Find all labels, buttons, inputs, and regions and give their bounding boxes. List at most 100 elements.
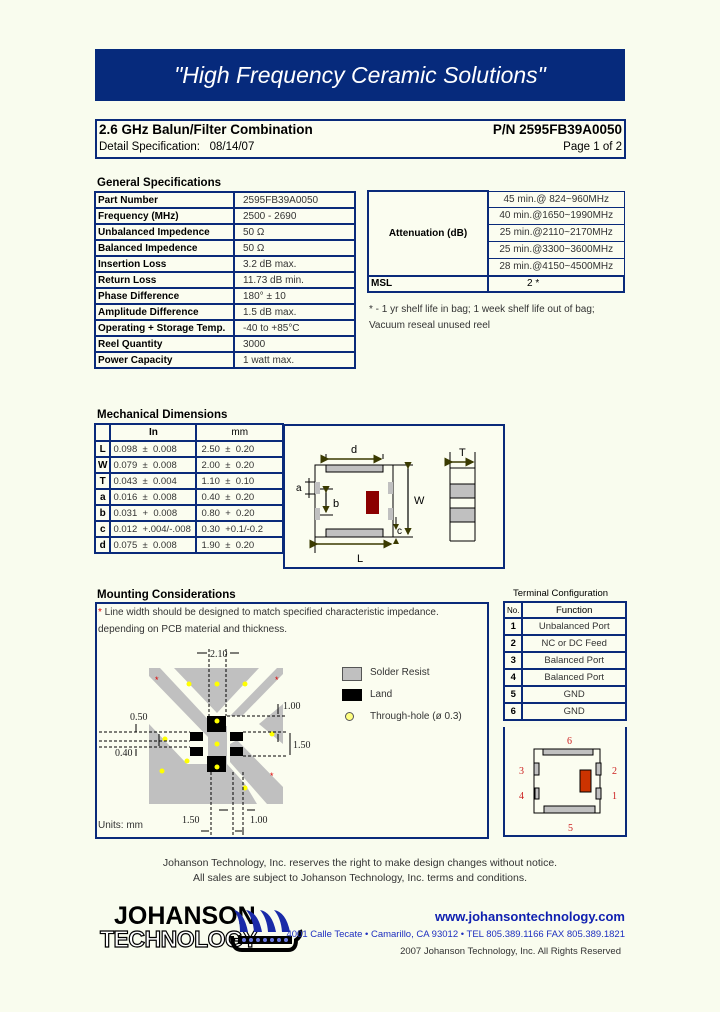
- dim-1-00-bottom: 1.00: [250, 815, 268, 826]
- terminal-function: NC or DC Feed: [521, 634, 627, 653]
- dimension-symbol: d: [93, 536, 112, 554]
- pin-label-2: 2: [612, 766, 617, 777]
- spec-label: Unbalanced Impedence: [94, 223, 235, 241]
- mm-value: 0.80: [201, 507, 220, 519]
- side-view-electrode: [449, 483, 476, 499]
- dim-0-40: 0.40: [115, 748, 133, 759]
- svg-text:*: *: [155, 675, 159, 685]
- terminal-row: 4 Balanced Port: [502, 668, 627, 687]
- inch-tolerance: ± 0.008: [142, 491, 177, 503]
- inch-tolerance: ± 0.008: [142, 459, 177, 471]
- spec-value: 1 watt max.: [233, 351, 356, 369]
- dimension-inches: 0.075 ± 0.008: [109, 536, 198, 554]
- dim-2-10: 2.10: [210, 649, 228, 660]
- attenuation-value: 25 min.@3300~3600MHz: [487, 240, 625, 259]
- spec-label: Operating + Storage Temp.: [94, 319, 235, 337]
- dimension-inches: 0.079 ± 0.008: [109, 456, 198, 474]
- dim-label-a: a: [296, 483, 302, 494]
- dimension-inches: 0.043 ± 0.004: [109, 472, 198, 490]
- msl-label: MSL: [367, 274, 489, 293]
- dimension-diagram: d L W c a b T: [283, 424, 505, 569]
- pin-label-3: 3: [519, 766, 524, 777]
- dimension-mm: 0.40 ± 0.20: [195, 488, 284, 506]
- attenuation-value: 40 min.@1650~1990MHz: [487, 206, 625, 225]
- spec-label: Phase Difference: [94, 287, 235, 305]
- attenuation-value: 45 min.@ 824~960MHz: [487, 190, 625, 208]
- spec-value: -40 to +85°C: [233, 319, 356, 337]
- inch-value: 0.016: [113, 491, 138, 503]
- dimension-mm: 1.90 ± 0.20: [195, 536, 284, 554]
- dim-label-c: c: [397, 526, 402, 537]
- orientation-mark: [366, 491, 379, 514]
- terminal-header-row: No. Function: [502, 601, 627, 619]
- pad-3: [533, 762, 540, 776]
- inch-value: 0.031: [113, 507, 138, 519]
- general-specs-table: Part Number 2595FB39A0050 Frequency (MHz) 2…: [94, 191, 356, 369]
- dimension-row: W 0.079 ± 0.008 2.00 ± 0.20: [93, 456, 284, 474]
- inch-tolerance: +.004/-.008: [142, 523, 191, 535]
- msl-footnote-1: * - 1 yr shelf life in bag; 1 week shelf…: [369, 304, 595, 315]
- pin-label-4: 4: [519, 791, 524, 802]
- col-header-no: No.: [502, 601, 524, 619]
- terminal-row: 6 GND: [502, 702, 627, 721]
- dim-1-50-bottom: 1.50: [182, 815, 200, 826]
- terminal-row: 1 Unbalanced Port: [502, 617, 627, 636]
- spec-label: Balanced Impedence: [94, 239, 235, 257]
- website-link[interactable]: www.johansontechnology.com: [435, 909, 625, 924]
- dim-label-d: d: [351, 444, 357, 456]
- inch-tolerance: ± 0.008: [142, 539, 177, 551]
- banner-title: "High Frequency Ceramic Solutions": [174, 62, 546, 88]
- footer-notice-2: All sales are subject to Johanson Techno…: [192, 872, 528, 884]
- side-view-electrode: [449, 507, 476, 523]
- svg-text:*: *: [270, 771, 274, 781]
- terminal-pinout-drawing: 6 5 3 4 2 1: [519, 736, 617, 834]
- spec-label: Part Number: [94, 191, 235, 209]
- pin-label-5: 5: [568, 823, 573, 834]
- spec-label: Return Loss: [94, 271, 235, 289]
- dim-label-b: b: [333, 498, 339, 510]
- inch-tolerance: ± 0.008: [142, 443, 177, 455]
- side-pad: [315, 482, 320, 494]
- pad-5: [543, 805, 596, 814]
- terminal-number: 1: [502, 617, 524, 636]
- spec-row: Insertion Loss 3.2 dB max.: [94, 255, 356, 273]
- chip-outline-drawing: d L W c a b T: [296, 444, 476, 565]
- through-hole-swatch: [345, 712, 354, 721]
- terminal-number: 2: [502, 634, 524, 653]
- mechanical-header-row: In mm: [93, 423, 284, 442]
- pad-2: [595, 762, 602, 776]
- svg-text:*: *: [275, 675, 279, 685]
- msl-row: MSL 2 *: [367, 274, 625, 293]
- inch-value: 0.043: [113, 475, 138, 487]
- dimension-row: d 0.075 ± 0.008 1.90 ± 0.20: [93, 536, 284, 554]
- terminal-function: GND: [521, 685, 627, 704]
- terminal-row: 3 Balanced Port: [502, 651, 627, 670]
- inch-tolerance: ± 0.004: [142, 475, 177, 487]
- attenuation-row: Attenuation (dB) 45 min.@ 824~960MHz: [367, 190, 625, 277]
- dim-label-W: W: [414, 495, 425, 507]
- document-header: 2.6 GHz Balun/Filter Combination P/N 259…: [95, 119, 626, 159]
- dimension-symbol: T: [93, 472, 112, 490]
- terminal-title: Terminal Configuration: [513, 588, 609, 599]
- spec-value: 50 Ω: [233, 239, 356, 257]
- spec-label: Amplitude Difference: [94, 303, 235, 321]
- mm-value: 1.10: [201, 475, 220, 487]
- spec-label: Reel Quantity: [94, 335, 235, 353]
- dimension-row: b 0.031 + 0.008 0.80 + 0.20: [93, 504, 284, 522]
- col-header-in: In: [109, 423, 198, 442]
- mm-value: 0.40: [201, 491, 220, 503]
- dimension-symbol: W: [93, 456, 112, 474]
- dimension-symbol: a: [93, 488, 112, 506]
- dim-0-50: 0.50: [130, 712, 148, 723]
- inch-value: 0.075: [113, 539, 138, 551]
- spec-value: 1.5 dB max.: [233, 303, 356, 321]
- spec-value: 11.73 dB min.: [233, 271, 356, 289]
- solder-resist-swatch: [342, 667, 362, 681]
- dimension-mm: 2.50 ± 0.20: [195, 440, 284, 458]
- company-address: 4001 Calle Tecate • Camarillo, CA 93012 …: [286, 929, 625, 940]
- mm-value: 1.90: [201, 539, 220, 551]
- units-label: Units: mm: [98, 820, 143, 831]
- mounting-title: Mounting Considerations: [97, 589, 236, 601]
- product-title: 2.6 GHz Balun/Filter Combination: [99, 122, 313, 137]
- spec-row: Reel Quantity 3000: [94, 335, 356, 353]
